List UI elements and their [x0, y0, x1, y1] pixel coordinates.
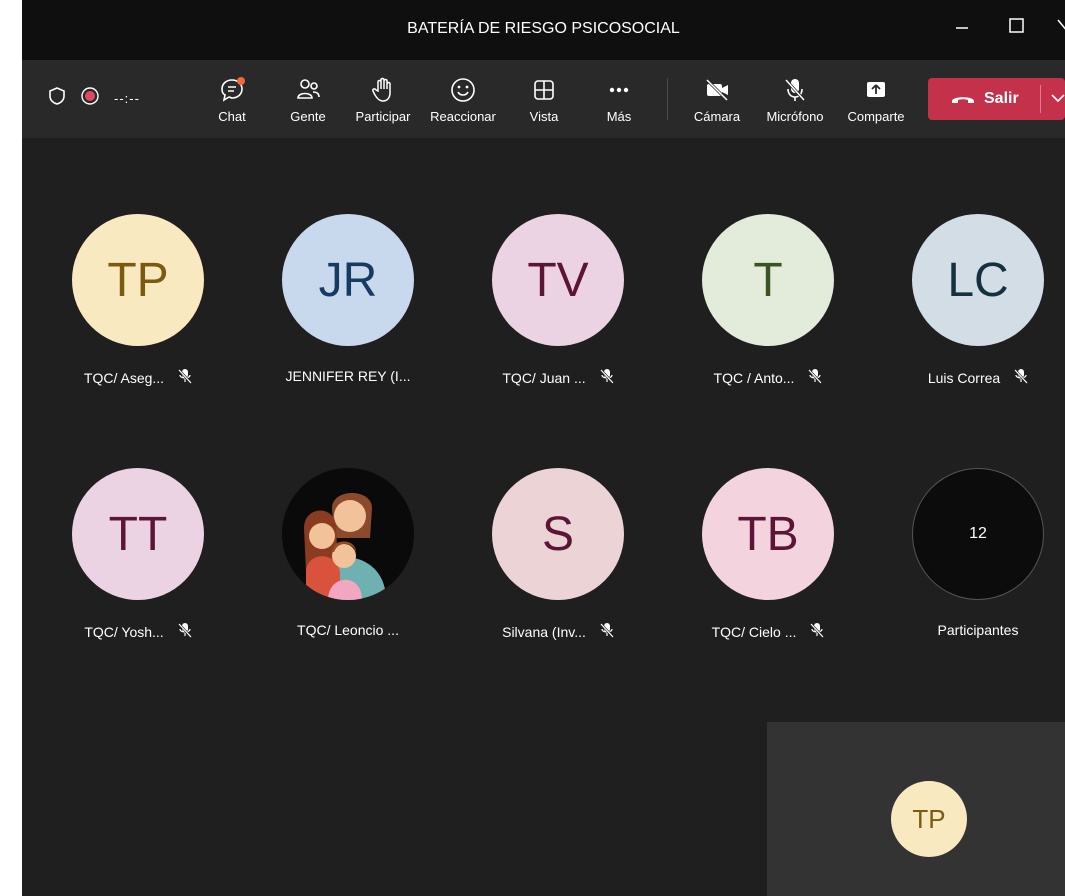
chevron-down-icon[interactable]	[1041, 90, 1065, 108]
participant-avatar: TP	[72, 214, 204, 346]
chat-button[interactable]: Chat	[192, 76, 272, 124]
mic-off-icon	[1014, 368, 1029, 387]
mic-off-icon	[808, 368, 823, 387]
mic-off-icon	[178, 368, 192, 387]
participant-name: TQC/ Cielo ...	[711, 623, 797, 640]
share-button[interactable]: Comparte	[836, 76, 916, 124]
more-participants-tile[interactable]: 12 Participantes	[878, 468, 1065, 638]
view-button[interactable]: Vista	[504, 76, 584, 124]
maximize-icon[interactable]	[1008, 16, 1026, 39]
participant-name-row: TQC/ Cielo ...	[668, 622, 868, 641]
participant-name-row: TQC / Anto...	[668, 368, 868, 387]
participant-name: Silvana (Inv...	[502, 623, 586, 640]
participant-tile[interactable]: JR JENNIFER REY (I...	[248, 214, 448, 384]
participant-name-row: TQC/ Juan ...	[458, 368, 658, 387]
chat-label: Chat	[218, 109, 246, 124]
more-icon	[609, 87, 629, 93]
react-label: Reaccionar	[430, 109, 496, 124]
raise-hand-icon	[372, 77, 391, 102]
camera-button[interactable]: Cámara	[677, 76, 757, 124]
participant-name: TQC / Anto...	[713, 369, 795, 386]
participant-avatar: T	[702, 214, 834, 346]
meeting-status: --:--	[48, 86, 140, 111]
family-photo-icon	[282, 468, 414, 600]
leave-label: Salir	[984, 90, 1019, 107]
participant-count: 12	[912, 468, 1044, 600]
participant-name-row: JENNIFER REY (I...	[248, 368, 448, 384]
leave-main[interactable]: Salir	[928, 90, 1040, 108]
participant-name: Luis Correa	[927, 369, 1001, 386]
self-avatar: TP	[891, 781, 967, 857]
microphone-button[interactable]: Micrófono	[755, 76, 835, 124]
mic-off-icon	[177, 622, 192, 641]
view-label: Vista	[529, 109, 559, 124]
participant-name-row: TQC/ Aseg...	[38, 368, 238, 387]
toolbar-divider	[667, 78, 668, 120]
self-video-preview[interactable]: TP	[767, 722, 1065, 896]
participant-avatar: LC	[912, 214, 1044, 346]
people-icon	[297, 79, 320, 99]
raise-hand-label: Participar	[355, 109, 411, 124]
teams-meeting-window: BATERÍA DE RIESGO PSICOSOCIAL --:-- Chat…	[22, 0, 1065, 896]
participant-name: TQC/ Juan ...	[502, 369, 586, 386]
participant-name-row: TQC/ Leoncio ...	[248, 622, 448, 638]
participant-name-row: TQC/ Yosh...	[38, 622, 238, 641]
participant-avatar: JR	[282, 214, 414, 346]
grid-view-icon	[534, 80, 554, 100]
chat-icon	[221, 77, 245, 102]
mic-off-icon	[600, 622, 614, 641]
mic-off-icon	[599, 368, 614, 387]
share-label: Comparte	[847, 109, 905, 124]
more-button[interactable]: Más	[579, 76, 659, 124]
smile-icon	[451, 78, 475, 102]
more-label: Más	[606, 109, 632, 124]
participant-name-row: Luis Correa	[878, 368, 1065, 387]
participant-tile[interactable]: TB TQC/ Cielo ...	[668, 468, 868, 640]
recording-icon	[80, 86, 100, 111]
participant-avatar: TB	[702, 468, 834, 600]
camera-off-icon	[705, 78, 729, 102]
title-bar: BATERÍA DE RIESGO PSICOSOCIAL	[22, 0, 1065, 60]
participant-avatar: TV	[492, 214, 624, 346]
participant-avatar: S	[492, 468, 624, 600]
camera-label: Cámara	[693, 109, 741, 124]
people-button[interactable]: Gente	[268, 76, 348, 124]
raise-hand-button[interactable]: Participar	[343, 76, 423, 124]
leave-button[interactable]: Salir	[928, 78, 1065, 120]
microphone-label: Micrófono	[766, 109, 824, 124]
shield-icon[interactable]	[48, 86, 66, 111]
share-icon	[867, 82, 885, 97]
react-button[interactable]: Reaccionar	[423, 76, 503, 124]
participants-label: Participantes	[937, 622, 1019, 638]
participant-tile[interactable]: TV TQC/ Juan ...	[458, 214, 658, 386]
participant-avatar: TT	[72, 468, 204, 600]
people-label: Gente	[290, 109, 326, 124]
hang-up-icon	[952, 97, 974, 103]
mic-off-icon	[810, 622, 825, 641]
recording-time: --:--	[114, 91, 140, 106]
participant-photo	[282, 468, 414, 600]
participant-name: TQC/ Aseg...	[83, 369, 165, 386]
window-title: BATERÍA DE RIESGO PSICOSOCIAL	[407, 20, 680, 37]
participant-name-row: Silvana (Inv...	[458, 622, 658, 641]
participant-tile[interactable]: TP TQC/ Aseg...	[38, 214, 238, 386]
participant-name: TQC/ Leoncio ...	[297, 622, 399, 638]
participant-tile[interactable]: TQC/ Leoncio ...	[248, 468, 448, 638]
participant-tile[interactable]: T TQC / Anto...	[668, 214, 868, 386]
mic-off-icon	[784, 78, 806, 102]
participant-tile[interactable]: S Silvana (Inv...	[458, 468, 658, 640]
participant-tile[interactable]: LC Luis Correa	[878, 214, 1065, 386]
minimize-icon[interactable]	[954, 16, 970, 39]
participant-name-row: Participantes	[878, 622, 1065, 638]
meeting-toolbar: --:-- Chat Gente Participar Reaccionar V…	[22, 60, 1065, 138]
close-icon[interactable]	[1056, 16, 1065, 39]
participant-tile[interactable]: TT TQC/ Yosh...	[38, 468, 238, 640]
participant-name: JENNIFER REY (I...	[285, 368, 411, 384]
participant-name: TQC/ Yosh...	[84, 623, 164, 640]
